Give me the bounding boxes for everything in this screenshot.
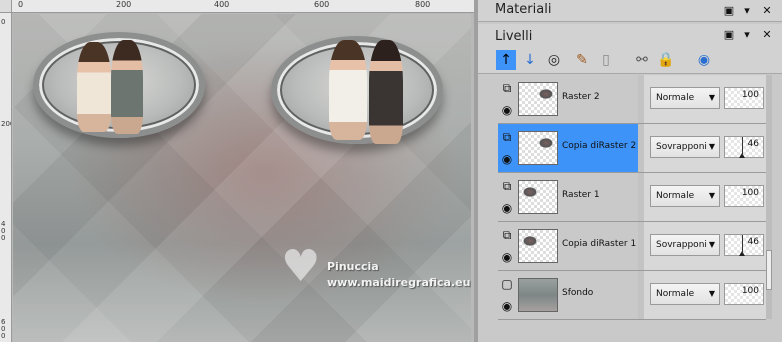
layer-name: Sfondo [562,288,594,298]
opacity-field[interactable]: 100 [724,185,764,207]
layer-cell[interactable]: ⧉ ◉ Raster 1 [498,173,638,221]
close-icon[interactable]: ✕ [760,28,774,42]
blend-mode-select[interactable]: Normale ▼ [650,185,720,207]
layer-name: Copia diRaster 1 [562,239,637,249]
layer-cell[interactable]: ⧉ ◉ Raster 2 [498,75,638,123]
layer-type-icon: ⧉ [502,130,512,144]
ruler-label: 400 [214,0,230,9]
ruler-label: 0 [18,0,24,9]
canvas-image[interactable]: ♥ Pinuccia www.maidiregrafica.eu [13,14,471,342]
horizontal-ruler: 0 200 400 600 800 [12,0,474,13]
layer-row[interactable]: ⧉ ◉ Raster 2 Normale ▼ 100 [498,75,766,124]
layers-list: ⧉ ◉ Raster 2 Normale ▼ 100 ⧉ ◉ Copia diRa… [498,75,766,320]
move-layer-up-icon[interactable]: ↑ [496,50,516,70]
watermark-url: www.maidiregrafica.eu [327,276,471,289]
image-canvas-pane: 0 200 400 600 800 0 200 4 0 0 6 0 0 ♥ Pi… [0,0,474,342]
layer-props: Sovrapponi ▼ 46 [644,124,766,172]
child-figure [111,40,143,134]
layers-title: Livelli [495,29,533,44]
materials-title: Materiali [495,2,552,17]
layer-thumbnail [518,131,558,165]
chevron-down-icon: ▼ [708,240,715,249]
blend-mode-select[interactable]: Normale ▼ [650,283,720,305]
opacity-marker [742,235,743,252]
close-icon[interactable]: ✕ [760,4,774,18]
layer-row-selected[interactable]: ⧉ ◉ Copia diRaster 2 Sovrapponi ▼ 46 [498,124,766,173]
layer-row[interactable]: ⧉ ◉ Copia diRaster 1 Sovrapponi ▼ 46 [498,222,766,271]
dock-icon[interactable]: ▣ [722,4,736,18]
opacity-field[interactable]: 46 [724,136,764,158]
layer-properties-icon[interactable]: ◉ [694,50,714,70]
layer-type-icon: ⧉ [502,228,512,242]
child-figure [369,40,403,144]
ruler-label: 800 [415,0,431,9]
layer-type-icon: ⧉ [502,179,512,193]
ruler-corner [0,0,12,13]
opacity-field[interactable]: 100 [724,87,764,109]
layer-props: Sovrapponi ▼ 46 [644,222,766,270]
blend-mode-select[interactable]: Normale ▼ [650,87,720,109]
dock-icon[interactable]: ▣ [722,28,736,42]
opacity-field[interactable]: 100 [724,283,764,305]
move-layer-down-icon[interactable]: ↓ [520,50,540,70]
vertical-ruler: 0 200 4 0 0 6 0 0 [0,13,12,342]
eye-icon[interactable]: ◉ [500,201,514,215]
layer-thumbnail [518,82,558,116]
layers-toolbar: ↑ ↓ ◎ ✎ ▯ ⚯ 🔒 ◉ [478,46,782,74]
layer-cell[interactable]: ▢ ◉ Sfondo [498,271,638,319]
palettes-pane: Materiali ▣ ▾ ✕ Livelli ▣ ▾ ✕ ↑ ↓ ◎ ✎ ▯ … [478,0,782,342]
show-hide-layer-icon[interactable]: ◎ [544,50,564,70]
delete-layer-icon[interactable]: ▯ [596,50,616,70]
layer-cell[interactable]: ⧉ ◉ Copia diRaster 1 [498,222,638,270]
layer-props: Normale ▼ 100 [644,173,766,221]
opacity-slider-tick[interactable] [739,251,745,256]
edit-selection-icon[interactable]: ✎ [572,50,592,70]
ruler-label: 200 [116,0,132,9]
ruler-label: 0 [1,18,6,26]
opacity-slider-tick[interactable] [739,153,745,158]
child-figure [77,42,111,132]
layer-props: Normale ▼ 100 [644,271,766,319]
materials-palette-header: Materiali ▣ ▾ ✕ [478,0,782,22]
watermark: ♥ Pinuccia www.maidiregrafica.eu [281,241,471,306]
chevron-down-icon: ▼ [708,191,715,200]
layer-name: Raster 1 [562,190,600,200]
chevron-down-icon: ▼ [708,142,715,151]
layer-name: Copia diRaster 2 [562,141,637,151]
blend-mode-select[interactable]: Sovrapponi ▼ [650,234,720,256]
ruler-label: 4 0 0 [1,220,6,242]
chevron-down-icon: ▼ [708,93,715,102]
layer-type-icon: ⧉ [502,81,512,95]
layer-cell[interactable]: ⧉ ◉ Copia diRaster 2 [498,124,638,172]
layer-row[interactable]: ▢ ◉ Sfondo Normale ▼ 100 [498,271,766,320]
layer-thumbnail [518,180,558,214]
ruler-label: 200 [1,120,11,128]
layer-type-icon: ▢ [501,277,513,291]
layer-row[interactable]: ⧉ ◉ Raster 1 Normale ▼ 100 [498,173,766,222]
layer-props: Normale ▼ 100 [644,75,766,123]
eye-icon[interactable]: ◉ [500,299,514,313]
eye-icon[interactable]: ◉ [500,250,514,264]
watermark-name: Pinuccia [327,260,379,273]
ruler-label: 6 0 0 [1,318,6,340]
eye-icon[interactable]: ◉ [500,103,514,117]
heart-logo-icon: ♥ [281,241,321,292]
ruler-label: 600 [314,0,330,9]
menu-icon[interactable]: ▾ [740,28,754,42]
blend-mode-select[interactable]: Sovrapponi ▼ [650,136,720,158]
layer-thumbnail [518,278,558,312]
lock-transparency-icon[interactable]: 🔒 [656,50,676,70]
opacity-marker [742,137,743,154]
eye-icon[interactable]: ◉ [500,152,514,166]
opacity-field[interactable]: 46 [724,234,764,256]
layer-thumbnail [518,229,558,263]
child-figure [329,40,367,140]
layers-palette-header: Livelli ▣ ▾ ✕ [478,24,782,46]
chevron-down-icon: ▼ [708,289,715,298]
link-layers-icon[interactable]: ⚯ [632,50,652,70]
layers-scrollbar-thumb[interactable] [766,250,772,290]
layer-name: Raster 2 [562,92,600,102]
menu-icon[interactable]: ▾ [740,4,754,18]
